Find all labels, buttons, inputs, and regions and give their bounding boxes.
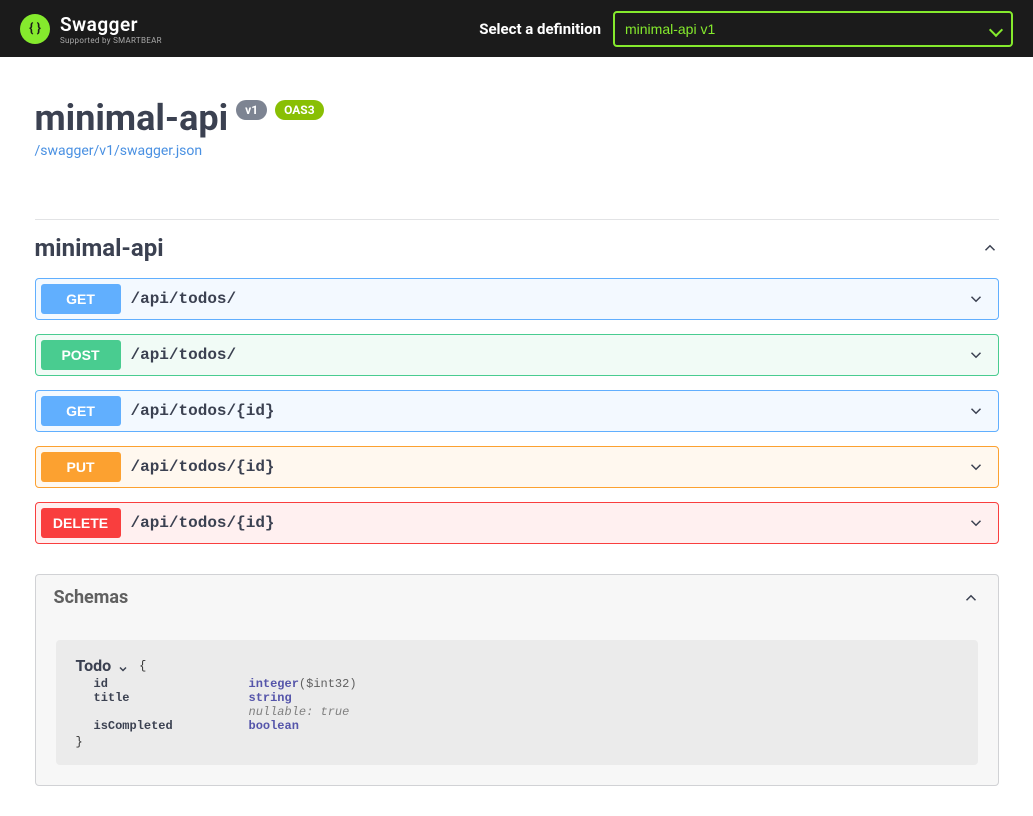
chevron-down-icon [967, 346, 985, 364]
api-title: minimal-api [35, 97, 229, 139]
chevron-up-icon [981, 239, 999, 257]
http-method-badge: GET [41, 284, 121, 314]
schema-model-name: Todo [76, 656, 112, 675]
property-type: integer [249, 677, 299, 691]
http-method-badge: GET [41, 396, 121, 426]
swagger-logo-icon: { } [20, 14, 50, 44]
operation-path: /api/todos/{id} [121, 458, 967, 476]
property-format: ($int32) [299, 677, 357, 691]
property-key: title [94, 691, 249, 705]
schemas-header[interactable]: Schemas [36, 575, 998, 620]
property-key: isCompleted [94, 719, 249, 733]
definition-select[interactable]: minimal-api v1 [613, 11, 1013, 47]
operation-post-1[interactable]: POST/api/todos/ [35, 334, 999, 376]
schemas-section: Schemas Todo { idinteger($int32)titlestr… [35, 574, 999, 786]
operation-delete-4[interactable]: DELETE/api/todos/{id} [35, 502, 999, 544]
schema-property: titlestring [76, 691, 958, 705]
oas-badge: OAS3 [275, 100, 324, 120]
swagger-logo: { } Swagger Supported by SMARTBEAR [20, 13, 162, 45]
http-method-badge: DELETE [41, 508, 121, 538]
operation-get-0[interactable]: GET/api/todos/ [35, 278, 999, 320]
api-info: minimal-api v1 OAS3 /swagger/v1/swagger.… [35, 57, 999, 179]
operation-path: /api/todos/{id} [121, 514, 967, 532]
tag-name: minimal-api [35, 234, 164, 262]
schema-model[interactable]: Todo { idinteger($int32)titlestringnulla… [56, 640, 978, 765]
chevron-down-icon [967, 290, 985, 308]
topbar: { } Swagger Supported by SMARTBEAR Selec… [0, 0, 1033, 57]
open-brace: { [139, 659, 146, 673]
http-method-badge: PUT [41, 452, 121, 482]
version-badge: v1 [236, 100, 267, 120]
schema-property: idinteger($int32) [76, 677, 958, 691]
logo-sub-text: Supported by SMARTBEAR [60, 36, 162, 45]
property-type: boolean [249, 719, 299, 733]
chevron-down-icon [967, 458, 985, 476]
operation-path: /api/todos/{id} [121, 402, 967, 420]
operation-path: /api/todos/ [121, 346, 967, 364]
close-brace: } [76, 735, 958, 749]
tag-section: minimal-api GET/api/todos/POST/api/todos… [35, 219, 999, 544]
schema-property: isCompletedboolean [76, 719, 958, 733]
chevron-down-icon [967, 402, 985, 420]
operation-path: /api/todos/ [121, 290, 967, 308]
property-meta: nullable: true [76, 705, 958, 719]
spec-link[interactable]: /swagger/v1/swagger.json [35, 143, 203, 159]
operation-get-2[interactable]: GET/api/todos/{id} [35, 390, 999, 432]
tag-header[interactable]: minimal-api [35, 220, 999, 278]
chevron-down-icon [967, 514, 985, 532]
definition-select-label: Select a definition [479, 20, 601, 38]
property-type: string [249, 691, 292, 705]
operation-put-3[interactable]: PUT/api/todos/{id} [35, 446, 999, 488]
http-method-badge: POST [41, 340, 121, 370]
logo-main-text: Swagger [60, 13, 162, 36]
schemas-title: Schemas [54, 587, 129, 608]
property-key: id [94, 677, 249, 691]
chevron-up-icon [962, 589, 980, 607]
chevron-down-icon[interactable] [117, 660, 129, 672]
